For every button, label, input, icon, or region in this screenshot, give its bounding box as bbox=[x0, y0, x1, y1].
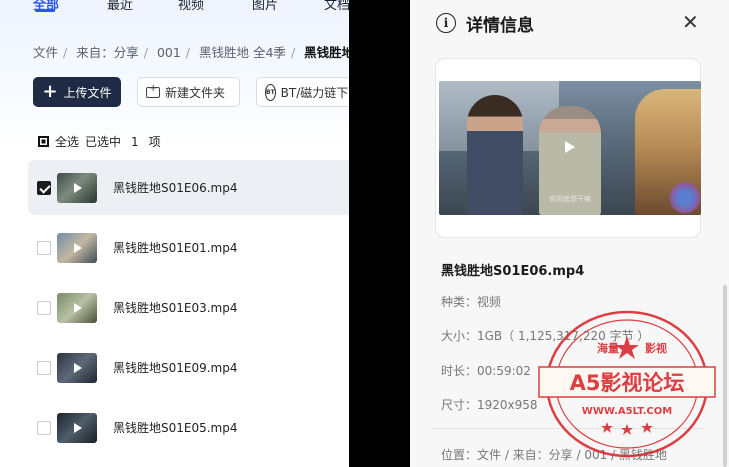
new-folder-icon bbox=[146, 83, 160, 98]
video-thumbnail bbox=[57, 232, 97, 263]
video-subtitle: 你到底想干嘛 bbox=[549, 195, 591, 203]
row-checkbox[interactable] bbox=[37, 420, 51, 435]
details-panel: i 详情信息 ✕ 你到底想干嘛 黑钱胜地S01E06.mp4 种类：视频 大小：… bbox=[410, 0, 729, 467]
file-row[interactable]: 黑钱胜地S01E01.mp4 bbox=[28, 220, 349, 275]
select-all-checkbox[interactable] bbox=[38, 136, 49, 147]
play-icon bbox=[74, 302, 82, 313]
panel-title: 详情信息 bbox=[466, 16, 534, 36]
breadcrumb-001[interactable]: 001 bbox=[157, 45, 181, 60]
breadcrumb-current: 黑钱胜地 bbox=[304, 45, 349, 60]
detail-file-name: 黑钱胜地S01E06.mp4 bbox=[441, 264, 585, 279]
plus-icon: + bbox=[42, 81, 58, 102]
detail-dimensions: 尺寸：1920x958 bbox=[441, 398, 538, 412]
breadcrumb: 文件 / 来自：分享/ 001/ 黑钱胜地 全4季 / 黑钱胜地 bbox=[33, 42, 349, 61]
scrollbar[interactable] bbox=[723, 285, 727, 467]
divider bbox=[432, 428, 704, 429]
play-icon bbox=[74, 242, 82, 253]
info-icon: i bbox=[436, 13, 456, 33]
row-checkbox[interactable] bbox=[37, 240, 51, 255]
file-name: 黑钱胜地S01E03.mp4 bbox=[113, 301, 238, 315]
file-name: 黑钱胜地S01E05.mp4 bbox=[113, 421, 238, 435]
selection-bar: 全选 已选中 1 项 bbox=[38, 133, 161, 150]
file-name: 黑钱胜地S01E06.mp4 bbox=[113, 181, 238, 195]
upload-label: 上传文件 bbox=[63, 85, 112, 100]
detail-type: 种类：视频 bbox=[441, 295, 502, 309]
video-thumbnail bbox=[57, 412, 97, 443]
new-folder-label: 新建文件夹 bbox=[165, 85, 226, 100]
new-folder-button[interactable]: 新建文件夹 bbox=[137, 77, 240, 107]
selected-unit: 项 bbox=[148, 135, 161, 149]
file-name: 黑钱胜地S01E01.mp4 bbox=[113, 241, 238, 255]
file-browser: 全部 最近 视频 图片 文档 文件 / 来自：分享/ 001/ 黑钱胜地 全4季 /… bbox=[0, 0, 349, 467]
play-icon bbox=[74, 422, 82, 433]
file-name: 黑钱胜地S01E09.mp4 bbox=[113, 361, 238, 375]
row-checkbox[interactable] bbox=[37, 300, 51, 315]
upload-button[interactable]: + 上传文件 bbox=[33, 77, 121, 107]
row-checkbox[interactable] bbox=[37, 180, 51, 195]
video-thumbnail bbox=[57, 172, 97, 203]
selected-text: 已选中 bbox=[85, 135, 122, 149]
detail-duration: 时长：00:59:02 bbox=[441, 364, 531, 378]
breadcrumb-files[interactable]: 文件 bbox=[33, 45, 58, 60]
bt-download-label: BT/磁力链下载 bbox=[280, 85, 349, 100]
video-thumbnail bbox=[57, 352, 97, 383]
play-icon bbox=[74, 182, 82, 193]
preview-card: 你到底想干嘛 bbox=[435, 58, 701, 238]
tab-images[interactable]: 图片 bbox=[252, 0, 278, 13]
file-row[interactable]: 黑钱胜地S01E06.mp4 bbox=[28, 160, 349, 215]
row-checkbox[interactable] bbox=[37, 360, 51, 375]
tab-recent[interactable]: 最近 bbox=[107, 0, 133, 13]
active-tab-indicator bbox=[35, 9, 55, 12]
video-thumbnail bbox=[57, 292, 97, 323]
play-icon bbox=[74, 362, 82, 373]
breadcrumb-series[interactable]: 黑钱胜地 全4季 bbox=[199, 45, 286, 60]
file-row[interactable]: 黑钱胜地S01E09.mp4 bbox=[28, 340, 349, 395]
tab-docs[interactable]: 文档 bbox=[324, 0, 349, 13]
bt-icon: BT bbox=[265, 83, 276, 101]
select-all-label[interactable]: 全选 bbox=[55, 133, 79, 150]
play-icon[interactable] bbox=[565, 141, 575, 153]
detail-size: 大小：1GB（ 1,125,317,220 字节 ） bbox=[441, 329, 650, 343]
video-preview[interactable]: 你到底想干嘛 bbox=[439, 81, 701, 215]
breadcrumb-shared[interactable]: 来自：分享 bbox=[76, 45, 139, 60]
selected-count: 1 bbox=[131, 134, 139, 149]
detail-location: 位置：文件 / 来自：分享 / 001 / 黑钱胜地 bbox=[441, 448, 667, 462]
tab-video[interactable]: 视频 bbox=[178, 0, 204, 13]
bt-download-button[interactable]: BT BT/磁力链下载 bbox=[256, 77, 349, 107]
file-row[interactable]: 黑钱胜地S01E03.mp4 bbox=[28, 280, 349, 335]
close-icon[interactable]: ✕ bbox=[682, 12, 699, 32]
file-row[interactable]: 黑钱胜地S01E05.mp4 bbox=[28, 400, 349, 455]
